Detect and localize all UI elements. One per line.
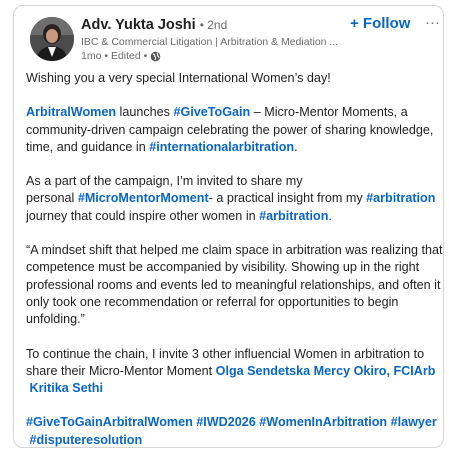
more-horizontal-icon[interactable]: ··· <box>425 14 440 31</box>
globe-icon <box>150 51 161 62</box>
hashtag-arbitration[interactable]: #arbitration <box>366 191 435 205</box>
paragraph-line: share their Micro-Mentor Moment Olga Sen… <box>26 364 435 378</box>
post-body: Wishing you a very special International… <box>26 70 443 447</box>
hashtag-disputeresolution[interactable]: #disputeresolution <box>30 433 143 447</box>
connection-degree: • 2nd <box>199 18 228 32</box>
post-meta: 1mo • Edited • <box>81 50 161 62</box>
post-paragraph-2: ArbitralWomen launches #GiveToGain – Mic… <box>26 104 438 156</box>
hashtag-micromentormoment[interactable]: #MicroMentorMoment <box>78 191 209 205</box>
hashtag-arbitration[interactable]: #arbitration <box>259 209 328 223</box>
avatar-photo-icon <box>30 17 74 61</box>
paragraph-line: “A mindset shift that helped me claim sp… <box>26 243 443 258</box>
hashtag-iwd2026[interactable]: #IWD2026 <box>196 415 256 429</box>
text-segment: . <box>328 208 332 223</box>
paragraph-line: journey that could inspire other women i… <box>26 209 332 223</box>
author-name-text[interactable]: Adv. Yukta Joshi <box>81 17 196 33</box>
paragraph-line: community-driven campaign celebrating th… <box>26 122 434 137</box>
post-card: Adv. Yukta Joshi • 2nd IBC & Commercial L… <box>13 5 444 448</box>
post-time: 1mo <box>81 50 102 62</box>
paragraph-line: #GiveToGainArbitralWomen #IWD2026 #Women… <box>26 415 437 429</box>
greeting-text: Wishing you a very special International… <box>26 71 331 85</box>
hashtag-givetogain[interactable]: #GiveToGain <box>173 105 250 119</box>
mention-mercy-okiro[interactable]: Mercy Okiro, FCIArb <box>314 364 436 378</box>
paragraph-line: As a part of the campaign, I’m invited t… <box>26 174 303 189</box>
paragraph-line: personal #MicroMentorMoment- a practical… <box>26 191 435 205</box>
text-segment: . <box>294 139 298 154</box>
paragraph-line: time, and guidance in #internationalarbi… <box>26 140 298 154</box>
text-segment: – Micro-Mentor Moments, a <box>250 105 408 120</box>
text-segment: journey that could inspire other women i… <box>26 208 260 223</box>
paragraph-line: To continue the chain, I invite 3 other … <box>26 346 425 361</box>
paragraph-line: professional rooms and events led to mea… <box>26 277 441 292</box>
mention-kritika-sethi[interactable]: Kritika Sethi <box>30 381 103 395</box>
paragraph-line: Kritika Sethi <box>26 381 103 395</box>
text-segment: time, and guidance in <box>26 139 150 154</box>
paragraph-line: only took one recommendation or referral… <box>26 294 399 309</box>
hashtag-internationalarbitration[interactable]: #internationalarbitration <box>149 140 294 154</box>
paragraph-line: unfolding.” <box>26 312 85 327</box>
post-paragraph-4: “A mindset shift that helped me claim sp… <box>26 242 443 328</box>
paragraph-line: #disputeresolution <box>26 433 143 447</box>
follow-button[interactable]: + Follow <box>350 15 410 32</box>
hashtag-givetogainarbitralwomen[interactable]: #GiveToGainArbitralWomen <box>26 415 193 429</box>
post-paragraph-3: As a part of the campaign, I’m invited t… <box>26 173 438 225</box>
author-avatar[interactable] <box>30 17 74 61</box>
hashtag-lawyer[interactable]: #lawyer <box>391 415 437 429</box>
text-segment: - a practical insight from my <box>208 191 367 206</box>
paragraph-line: competence must be accompanied by visibi… <box>26 260 420 275</box>
mention-olga-sendetska[interactable]: Olga Sendetska <box>216 364 311 378</box>
hashtag-womeninarbitration[interactable]: #WomenInArbitration <box>259 415 387 429</box>
post-paragraph-1: Wishing you a very special International… <box>26 70 438 87</box>
text-segment: launches <box>116 105 174 120</box>
post-edited: • Edited • <box>104 50 148 62</box>
post-header: Adv. Yukta Joshi • 2nd IBC & Commercial L… <box>14 6 443 66</box>
arbitralwomen-mention[interactable]: ArbitralWomen <box>26 105 116 119</box>
author-headline: IBC & Commercial Litigation | Arbitratio… <box>81 36 339 48</box>
post-paragraph-5: To continue the chain, I invite 3 other … <box>26 346 438 398</box>
text-segment: share their Micro-Mentor Moment <box>26 363 216 378</box>
paragraph-line: ArbitralWomen launches #GiveToGain – Mic… <box>26 105 408 119</box>
author-name[interactable]: Adv. Yukta Joshi • 2nd <box>81 17 227 33</box>
text-segment: personal <box>26 191 78 206</box>
post-hashtags: #GiveToGainArbitralWomen #IWD2026 #Women… <box>26 414 438 447</box>
